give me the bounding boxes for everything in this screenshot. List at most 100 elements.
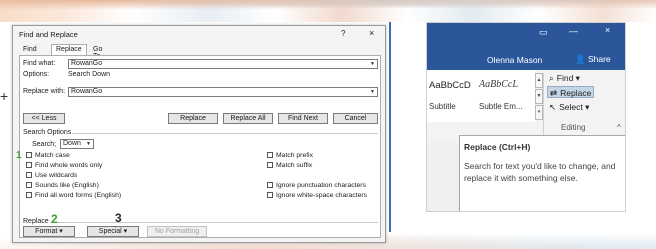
ignore-punctuation-label: Ignore punctuation characters	[276, 182, 366, 189]
checkbox-icon	[267, 192, 273, 198]
replace-ribbon-button[interactable]: ⇄ Replace	[547, 86, 595, 98]
replace-with-label: Replace with:	[23, 88, 66, 95]
no-formatting-button[interactable]: No Formatting	[147, 226, 207, 237]
wildcards-checkbox[interactable]: Use wildcards	[26, 172, 77, 179]
style-sample-subtle-emphasis[interactable]: AaBbCcL	[479, 79, 518, 90]
match-prefix-label: Match prefix	[276, 152, 314, 159]
search-direction-value: Down	[63, 140, 81, 147]
callout-number-1: 1	[16, 150, 22, 161]
editing-group: ⌕ Find ▾ ⇄ Replace ↖ Select ▾ Editing	[543, 70, 625, 132]
replace-panel: Find what: RowanGo ▼ Options: Search Dow…	[16, 55, 381, 238]
replace-tooltip: Replace (Ctrl+H) Search for text you'd l…	[459, 135, 625, 211]
ignore-whitespace-label: Ignore white-space characters	[276, 192, 368, 199]
find-next-button[interactable]: Find Next	[278, 113, 328, 124]
callout-number-3: 3	[115, 211, 122, 225]
tab-goto[interactable]: Go To	[89, 45, 106, 60]
sounds-like-label: Sounds like (English)	[35, 182, 99, 189]
replace-ribbon-label: Replace	[560, 88, 592, 98]
callout-number-2: 2	[51, 212, 58, 226]
find-what-label: Find what:	[23, 60, 56, 67]
tab-find[interactable]: Find	[19, 45, 41, 55]
word-ribbon-screenshot: ▭ — × Olenna Mason 👤 Share AaBbCcD AaBbC…	[426, 22, 626, 212]
match-prefix-checkbox[interactable]: Match prefix	[267, 152, 313, 159]
tooltip-title: Replace (Ctrl+H)	[464, 142, 531, 152]
replace-section-label: Replace	[23, 218, 49, 225]
tab-replace[interactable]: Replace	[51, 44, 87, 55]
style-name-subtitle: Subtitle	[429, 102, 456, 111]
whole-words-label: Find whole words only	[35, 162, 103, 169]
word-forms-label: Find all word forms (English)	[35, 192, 122, 199]
select-label: Select	[559, 102, 583, 112]
styles-scroll: ▲ ▼ ▾	[535, 73, 543, 121]
dialog-title: Find and Replace	[19, 30, 78, 39]
word-forms-checkbox[interactable]: Find all word forms (English)	[26, 192, 121, 199]
checkbox-icon	[26, 172, 32, 178]
close-icon[interactable]: ×	[369, 28, 374, 38]
chevron-down-icon[interactable]: ▼	[369, 89, 376, 95]
options-value: Search Down	[68, 71, 111, 78]
replace-with-value: RowanGo	[71, 88, 103, 95]
replace-icon: ⇄	[550, 88, 558, 98]
share-icon: 👤	[575, 54, 586, 64]
select-button[interactable]: ↖ Select ▾	[547, 101, 591, 113]
search-options-divider	[72, 133, 378, 134]
ignore-whitespace-checkbox[interactable]: Ignore white-space characters	[267, 192, 367, 199]
chevron-down-icon[interactable]: ▼	[369, 61, 376, 67]
sounds-like-checkbox[interactable]: Sounds like (English)	[26, 182, 99, 189]
match-case-checkbox[interactable]: Match case	[26, 152, 70, 159]
share-button[interactable]: 👤 Share	[575, 54, 611, 65]
checkbox-icon	[26, 152, 32, 158]
find-what-input[interactable]: RowanGo ▼	[68, 59, 378, 69]
match-suffix-checkbox[interactable]: Match suffix	[267, 162, 312, 169]
checkbox-icon	[26, 182, 32, 188]
checkbox-icon	[267, 152, 273, 158]
image-divider	[389, 22, 391, 232]
scroll-up-icon[interactable]: ▲	[535, 73, 543, 88]
cursor-mark-icon: +	[0, 88, 9, 104]
search-direction-select[interactable]: Down ▼	[60, 139, 94, 149]
special-button[interactable]: Special ▾	[87, 226, 139, 237]
format-button[interactable]: Format ▾	[23, 226, 75, 237]
search-icon: ⌕	[549, 73, 554, 83]
whole-words-checkbox[interactable]: Find whole words only	[26, 162, 102, 169]
match-suffix-label: Match suffix	[276, 162, 313, 169]
wildcards-label: Use wildcards	[35, 172, 78, 179]
replace-section-divider	[50, 222, 378, 223]
close-icon[interactable]: ×	[605, 25, 610, 35]
title-bar: ▭ — × Olenna Mason 👤 Share	[427, 23, 625, 70]
options-label: Options:	[23, 71, 50, 78]
minimize-icon[interactable]: —	[569, 26, 578, 36]
collapse-ribbon-icon[interactable]: ^	[617, 123, 621, 132]
find-what-value: RowanGo	[71, 60, 103, 67]
replace-button[interactable]: Replace	[168, 113, 218, 124]
checkbox-icon	[26, 192, 32, 198]
find-label: Find	[556, 73, 574, 83]
more-styles-icon[interactable]: ▾	[535, 105, 543, 120]
share-label: Share	[587, 54, 611, 64]
ignore-punctuation-checkbox[interactable]: Ignore punctuation characters	[267, 182, 366, 189]
decorative-watercolor-top-overlay	[0, 0, 656, 12]
find-replace-dialog: Find and Replace ? × Find Replace Go To …	[12, 25, 386, 243]
editing-group-label: Editing	[561, 123, 586, 132]
search-direction-label: Search;	[32, 141, 57, 148]
match-case-label: Match case	[35, 152, 70, 159]
style-name-subtle-emphasis: Subtle Em...	[479, 102, 523, 111]
restore-icon[interactable]: ▭	[539, 27, 548, 38]
find-button[interactable]: ⌕ Find ▾	[547, 72, 582, 84]
checkbox-icon	[267, 162, 273, 168]
replace-with-input[interactable]: RowanGo ▼	[68, 87, 378, 97]
checkbox-icon	[267, 182, 273, 188]
styles-gallery: AaBbCcD AaBbCcL Subtitle Subtle Em...	[427, 70, 535, 122]
replace-all-button[interactable]: Replace All	[223, 113, 273, 124]
search-options-heading: Search Options	[23, 129, 72, 136]
user-name[interactable]: Olenna Mason	[487, 55, 542, 65]
checkbox-icon	[26, 162, 32, 168]
cancel-button[interactable]: Cancel	[333, 113, 378, 124]
scroll-down-icon[interactable]: ▼	[535, 89, 543, 104]
style-sample-subtitle[interactable]: AaBbCcD	[429, 80, 471, 91]
less-button[interactable]: << Less	[23, 113, 65, 124]
tooltip-body: Search for text you'd like to change, an…	[464, 161, 616, 183]
help-icon[interactable]: ?	[341, 29, 345, 38]
cursor-icon: ↖	[549, 102, 557, 112]
chevron-down-icon[interactable]: ▼	[85, 141, 92, 147]
